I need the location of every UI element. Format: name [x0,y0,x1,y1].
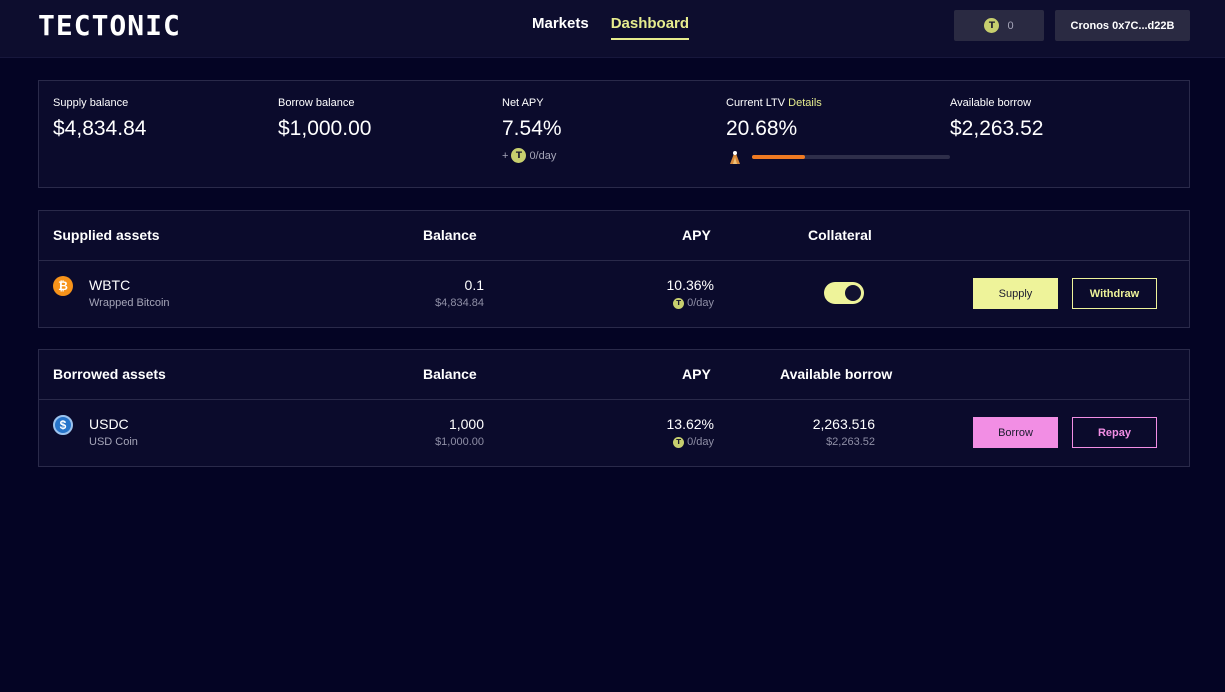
borrow-balance-label: Borrow balance [278,97,355,109]
supplied-balance: 0.1 [464,277,484,293]
tonic-balance-button[interactable]: T 0 [954,10,1044,41]
asset-symbol: USDC [89,416,129,432]
supply-balance-value: $4,834.84 [53,117,147,140]
wallet-button[interactable]: Cronos 0x7C...d22B [1055,10,1190,41]
borrowed-apy: 13.62% [666,416,714,432]
net-apy-label: Net APY [502,97,544,109]
tectonic-logo[interactable]: TECTONIC [38,12,181,40]
nav-dashboard[interactable]: Dashboard [610,15,690,40]
available-borrow-value: $2,263.52 [950,117,1044,140]
supply-balance-label: Supply balance [53,97,129,109]
asset-symbol: WBTC [89,277,131,293]
borrowed-balance: 1,000 [448,416,484,432]
nav-markets[interactable]: Markets [532,15,589,40]
supplied-assets-table: Supplied assets Balance APY Collateral ₿… [38,210,1190,328]
supply-balance-stat: Supply balance $4,834.84 [53,97,146,142]
ltv-details-link[interactable]: Details [788,97,822,109]
ltv-indicator [726,148,950,166]
net-apy-reward-value: 0/day [529,149,557,162]
supplied-reward: T 0/day [673,297,714,310]
tonic-token-icon: T [673,437,685,448]
supplied-balance-usd: $4,834.84 [435,297,484,309]
tonic-balance-value: 0 [1007,19,1014,32]
supplied-reward-value: 0/day [687,297,714,309]
net-apy-stat: Net APY 7.54% + T 0/day [502,97,562,163]
withdraw-button[interactable]: Withdraw [1072,278,1157,309]
borrow-button[interactable]: Borrow [973,417,1058,448]
supplied-assets-title: Supplied assets [53,227,160,243]
ltv-mascot-icon [730,151,740,164]
borrowed-balance-usd: $1,000.00 [435,436,484,448]
borrowed-reward-value: 0/day [687,436,714,448]
supplied-apy: 10.36% [666,277,714,293]
borrowed-reward: T 0/day [673,436,714,449]
available-borrow-label: Available borrow [950,97,1032,109]
borrow-balance-value: $1,000.00 [278,117,372,140]
net-apy-reward: + T 0/day [502,148,562,163]
asset-name: USD Coin [89,436,138,448]
ltv-progress-bar [752,155,950,159]
reward-prefix: + [502,149,509,162]
supply-button[interactable]: Supply [973,278,1058,309]
current-ltv-label: Current LTV Details [726,97,950,110]
collateral-header: Collateral [808,227,872,243]
main-nav: Markets Dashboard [532,15,690,40]
available-borrow-header: Available borrow [780,366,893,382]
current-ltv-stat: Current LTV Details 20.68% [726,97,950,166]
top-navbar: TECTONIC Markets Dashboard T 0 Cronos 0x… [0,0,1225,58]
tonic-token-icon: T [984,18,1000,33]
net-apy-value: 7.54% [502,117,562,140]
borrow-balance-stat: Borrow balance $1,000.00 [278,97,371,142]
tonic-token-icon: T [511,148,527,163]
usdc-icon: $ [53,415,73,435]
supplied-assets-header: Supplied assets Balance APY Collateral [39,211,1189,261]
borrowed-assets-title: Borrowed assets [53,366,166,382]
available-borrow-amount: 2,263.516 [812,416,875,432]
borrowed-balance-header: Balance [423,366,477,382]
account-summary-panel: Supply balance $4,834.84 Borrow balance … [38,80,1190,188]
available-borrow-usd: $2,263.52 [826,436,875,448]
asset-name: Wrapped Bitcoin [89,297,170,309]
supplied-balance-header: Balance [423,227,477,243]
current-ltv-label-text: Current LTV [726,97,786,109]
tonic-token-icon: T [673,298,685,309]
bitcoin-icon: ₿ [53,276,73,296]
supplied-apy-header: APY [682,227,711,243]
available-borrow-stat: Available borrow $2,263.52 [950,97,1043,142]
borrowed-apy-header: APY [682,366,711,382]
collateral-toggle-knob [845,285,861,301]
table-row: ₿ WBTC Wrapped Bitcoin 0.1 $4,834.84 10.… [39,261,1189,327]
borrowed-assets-table: Borrowed assets Balance APY Available bo… [38,349,1190,467]
repay-button[interactable]: Repay [1072,417,1157,448]
collateral-toggle[interactable] [824,282,864,304]
current-ltv-value: 20.68% [726,117,798,140]
table-row: $ USDC USD Coin 1,000 $1,000.00 13.62% T… [39,400,1189,466]
ltv-progress-fill [752,155,806,159]
borrowed-assets-header: Borrowed assets Balance APY Available bo… [39,350,1189,400]
